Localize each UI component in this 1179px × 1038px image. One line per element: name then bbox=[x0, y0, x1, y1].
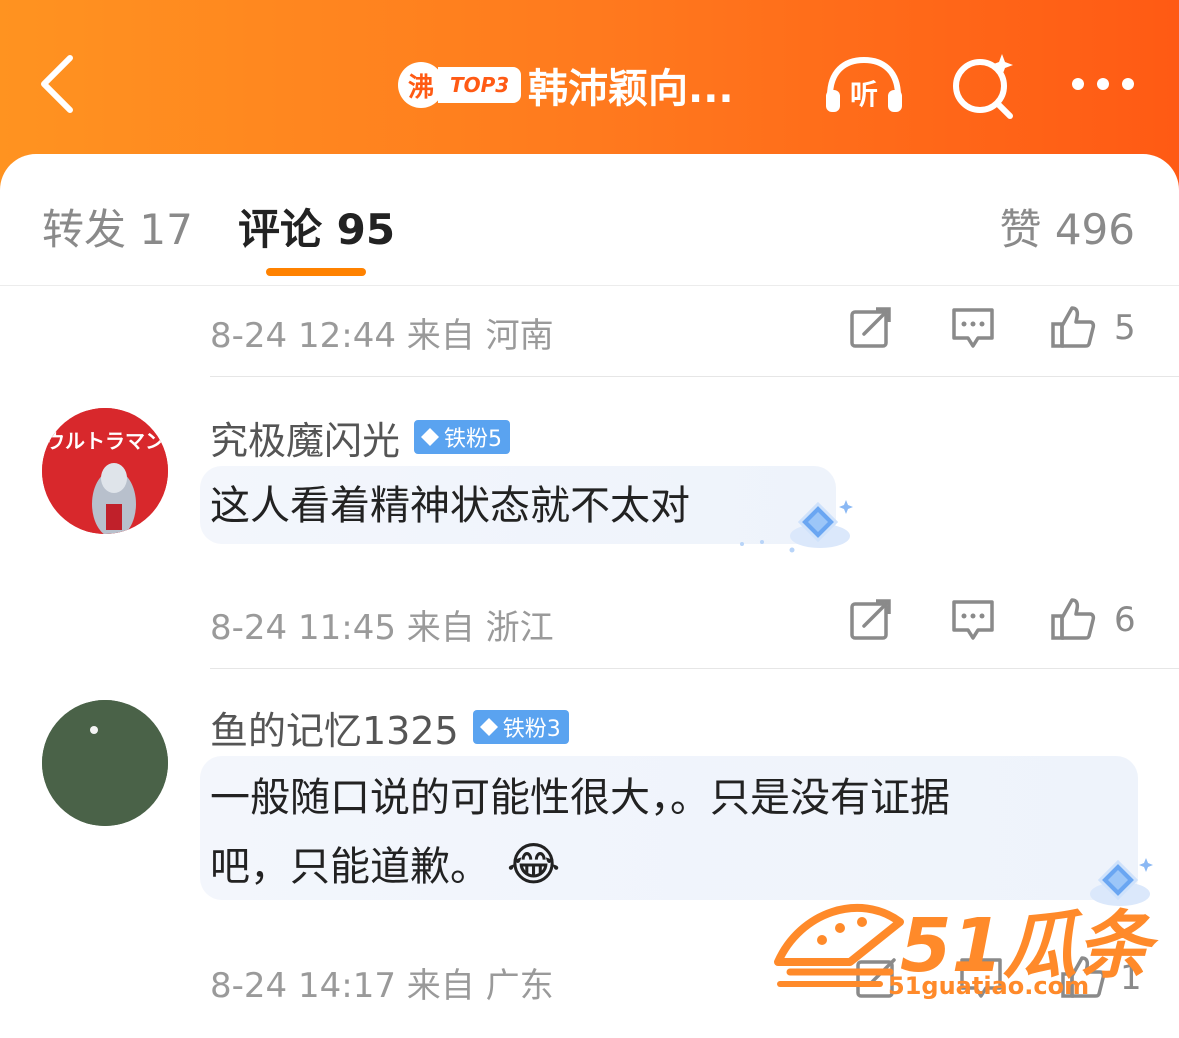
comment-meta: 8-24 14:17 来自 广东 bbox=[210, 966, 554, 1006]
comment-text-line[interactable]: 一般随口说的可能性很大，。只是没有证据 bbox=[210, 766, 950, 830]
diamond-icon bbox=[479, 718, 498, 736]
comment-user-row: 究极魔闪光 铁粉5 bbox=[210, 410, 511, 465]
avatar[interactable] bbox=[42, 700, 168, 826]
back-arrow-icon[interactable] bbox=[34, 52, 94, 116]
site-watermark: 51瓜条 51guatiao.com bbox=[770, 886, 1151, 1006]
comment-meta: 8-24 11:45 来自 浙江 bbox=[210, 608, 554, 648]
comment-meta-row: 8-24 12:44 来自 河南 5 bbox=[210, 304, 1140, 356]
fan-badge-label: 铁粉3 bbox=[502, 717, 561, 742]
ultraman-avatar-image: ウルトラマン bbox=[42, 408, 168, 534]
active-tab-indicator bbox=[266, 268, 366, 276]
fan-level-badge: 铁粉3 bbox=[472, 710, 569, 744]
bubble-diamond-decoration-icon bbox=[740, 500, 853, 553]
username[interactable]: 究极魔闪光 bbox=[210, 410, 400, 465]
like-count: 5 bbox=[1114, 308, 1136, 348]
username[interactable]: 鱼的记忆1325 bbox=[210, 700, 459, 755]
page-title[interactable]: 韩沛颖向... bbox=[528, 56, 734, 114]
repost-icon[interactable] bbox=[848, 596, 894, 642]
like-thumb-icon[interactable] bbox=[1050, 596, 1096, 642]
fan-badge-label: 铁粉5 bbox=[444, 427, 503, 452]
comment-text[interactable]: 这人看着精神状态就不太对 bbox=[210, 474, 690, 538]
reply-icon[interactable] bbox=[950, 596, 996, 642]
rank-label: TOP3 bbox=[438, 67, 522, 103]
comment-meta-row: 8-24 11:45 来自 浙江 6 bbox=[210, 596, 1140, 648]
divider bbox=[210, 376, 1179, 377]
hot-rank-badge[interactable]: 沸 TOP3 bbox=[398, 62, 522, 108]
repost-icon[interactable] bbox=[848, 304, 894, 350]
diamond-icon bbox=[421, 428, 440, 446]
like-thumb-icon[interactable] bbox=[1050, 304, 1096, 350]
svg-text:ウルトラマン: ウルトラマン bbox=[45, 429, 165, 453]
tab-like[interactable]: 赞 496 bbox=[999, 196, 1135, 257]
divider bbox=[210, 668, 1179, 669]
tab-comment[interactable]: 评论 95 bbox=[238, 196, 395, 257]
listen-label: 听 bbox=[850, 78, 878, 111]
watermark-url: 51guatiao.com bbox=[888, 972, 1090, 1000]
like-count: 6 bbox=[1114, 600, 1136, 640]
search-icon[interactable] bbox=[948, 50, 1018, 120]
tab-bar: 转发 17 评论 95 赞 496 bbox=[0, 154, 1179, 286]
more-options-icon[interactable] bbox=[1068, 74, 1138, 94]
tab-repost[interactable]: 转发 17 bbox=[42, 196, 193, 257]
avatar[interactable]: ウルトラマン bbox=[42, 408, 168, 534]
fan-level-badge: 铁粉5 bbox=[414, 420, 511, 454]
comment-user-row: 鱼的记忆1325 铁粉3 bbox=[210, 700, 569, 755]
avatar-image bbox=[42, 700, 168, 826]
comment-text-fragment: 吧，只能道歉。 bbox=[210, 844, 490, 890]
comment-text-line[interactable]: 吧，只能道歉。 😂 bbox=[210, 832, 560, 899]
reply-icon[interactable] bbox=[950, 304, 996, 350]
laughing-crying-emoji-icon: 😂 bbox=[506, 837, 561, 891]
headphones-listen-icon[interactable]: 听 bbox=[822, 52, 906, 116]
comment-meta: 8-24 12:44 来自 河南 bbox=[210, 316, 554, 356]
